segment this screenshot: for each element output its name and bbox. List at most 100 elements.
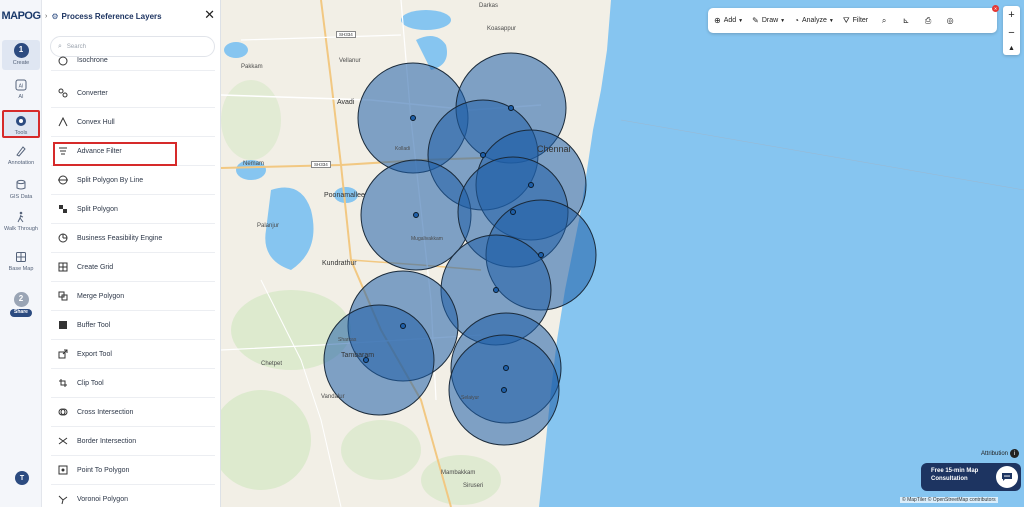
compass-icon[interactable]: ▲ <box>1008 45 1015 52</box>
tool-buffer-tool[interactable]: Buffer Tool <box>51 311 215 340</box>
place-label: Chennai <box>537 144 571 154</box>
tool-label: Split Polygon By Line <box>77 176 144 184</box>
converter-icon <box>57 88 68 99</box>
nav-create[interactable]: 1 Create <box>2 40 40 70</box>
place-label: Poonamallee <box>324 192 365 199</box>
filter-button[interactable]: ⛛ Filter <box>843 16 868 26</box>
add-button[interactable]: ⊕ Add ▼ <box>714 16 743 25</box>
notification-badge: ✕ <box>992 5 999 12</box>
tool-label: Create Grid <box>77 263 114 271</box>
tool-label: Point To Polygon <box>77 466 130 474</box>
tool-convex-hull[interactable]: Convex Hull <box>51 108 215 137</box>
print-icon[interactable]: ⎙ <box>921 16 935 26</box>
tool-isochrone[interactable]: Isochrone <box>51 51 215 71</box>
chevron-right-icon[interactable]: › <box>45 13 47 20</box>
place-label: Mambakkam <box>441 470 476 476</box>
zoom-out-icon[interactable]: − <box>1008 27 1014 39</box>
tool-label: Merge Polygon <box>77 292 125 300</box>
left-rail: MAPOG 1 Create AI AI Tools Annotation GI… <box>0 0 42 507</box>
place-label: Nemam <box>243 161 265 167</box>
place-label: Vellanur <box>339 58 361 64</box>
zoom-in-icon[interactable]: + <box>1008 9 1014 21</box>
nav-annotation[interactable]: Annotation <box>2 144 40 170</box>
database-icon <box>14 178 28 192</box>
place-label: Darkas <box>479 3 499 9</box>
tools-icon <box>14 115 28 128</box>
place-label: Koasappur <box>487 26 517 32</box>
tool-label: Export Tool <box>77 350 112 358</box>
nav-gis-data[interactable]: GIS Data <box>2 178 40 204</box>
place-label: Palanjur <box>257 223 280 229</box>
tool-clip-tool[interactable]: Clip Tool <box>51 369 215 398</box>
tool-cross-intersection[interactable]: Cross Intersection <box>51 398 215 427</box>
tool-converter[interactable]: Converter <box>51 79 215 108</box>
locate-icon[interactable]: ◎ <box>943 16 957 25</box>
chat-icon <box>996 466 1018 488</box>
place-label: Kundrathur <box>322 260 357 267</box>
info-icon: i <box>1010 449 1020 458</box>
buffer-icon <box>57 320 68 331</box>
tool-split-polygon[interactable]: Split Polygon <box>51 195 215 224</box>
pie-icon <box>57 233 68 244</box>
search-icon[interactable]: ⌕ <box>877 16 891 26</box>
tool-label: Isochrone <box>77 57 108 64</box>
shuffle-icon <box>57 436 68 447</box>
tool-split-polygon-by-line[interactable]: Split Polygon By Line <box>51 166 215 195</box>
tool-label: Convex Hull <box>77 118 115 126</box>
tool-business-feasibility-engine[interactable]: Business Feasibility Engine <box>51 224 215 253</box>
place-label: Chetpet <box>261 361 283 367</box>
nav-walk-through[interactable]: Walk Through <box>2 210 40 242</box>
funnel-icon: ⛛ <box>842 15 850 25</box>
pie-chart-icon: ◔ <box>794 16 799 25</box>
convex-hull-icon <box>57 117 68 128</box>
step-2-badge: 2 <box>13 292 29 307</box>
attribution-toggle[interactable]: Attribution i <box>981 449 1020 458</box>
map-basemap <box>221 0 1024 507</box>
place-label: Vandalur <box>321 394 345 400</box>
place-label: Pakkam <box>241 64 263 70</box>
tool-voronoi-polygon[interactable]: Voronoi Polygon <box>51 485 215 507</box>
walk-icon <box>14 210 28 224</box>
analyze-button[interactable]: ◔ Analyze ▼ <box>794 16 834 25</box>
tool-merge-polygon[interactable]: Merge Polygon <box>51 282 215 311</box>
tool-label: Voronoi Polygon <box>77 496 128 503</box>
nav-tools[interactable]: Tools <box>2 110 40 138</box>
tool-border-intersection[interactable]: Border Intersection <box>51 427 215 456</box>
consultation-button[interactable]: Free 15-min Map Consultation <box>921 463 1021 491</box>
tool-create-grid[interactable]: Create Grid <box>51 253 215 282</box>
measure-icon[interactable]: ⊾ <box>899 16 913 25</box>
nav-annotation-label: Annotation <box>7 160 35 166</box>
nav-base-map[interactable]: Base Map <box>2 250 40 276</box>
place-label: Mugalivakkam <box>411 236 443 242</box>
panel-title: Process Reference Layers <box>61 11 162 21</box>
tool-label: Converter <box>77 89 108 97</box>
nav-ai[interactable]: AI AI <box>2 78 40 104</box>
point-polygon-icon <box>57 465 68 476</box>
mapog-logo[interactable]: MAPOG <box>0 0 42 32</box>
tool-export-tool[interactable]: Export Tool <box>51 340 215 369</box>
search-icon: ⌕ <box>58 42 62 50</box>
highlight-annotation <box>53 142 177 166</box>
nav-share[interactable]: 2 Share <box>2 292 40 322</box>
user-avatar[interactable]: T <box>15 471 29 485</box>
nav-base-map-label: Base Map <box>8 266 34 272</box>
tool-point-to-polygon[interactable]: Point To Polygon <box>51 456 215 485</box>
nav-tools-label: Tools <box>14 129 28 136</box>
merge-icon <box>57 291 68 302</box>
nav-ai-label: AI <box>18 94 24 100</box>
nav-walk-through-label: Walk Through <box>4 226 38 232</box>
svg-text:AI: AI <box>19 84 24 90</box>
tool-label: Split Polygon <box>77 205 118 213</box>
close-icon[interactable]: ✕ <box>204 8 215 21</box>
plus-circle-icon: ⊕ <box>714 16 721 25</box>
tool-label: Business Feasibility Engine <box>77 234 163 242</box>
clip-icon <box>57 378 68 389</box>
pencil-icon: ✎ <box>752 16 759 25</box>
map-canvas[interactable]: Darkas Koasappur Pakkam Vellanur Avadi C… <box>221 0 1024 507</box>
draw-button[interactable]: ✎ Draw ▼ <box>752 16 785 25</box>
split-polygon-icon <box>57 204 68 215</box>
zoom-controls: + − ▲ <box>1003 6 1020 55</box>
step-1-badge: 1 <box>13 43 29 58</box>
isochrone-icon <box>57 55 68 66</box>
panel-header: › ⚙ Process Reference Layers ✕ <box>42 0 220 32</box>
